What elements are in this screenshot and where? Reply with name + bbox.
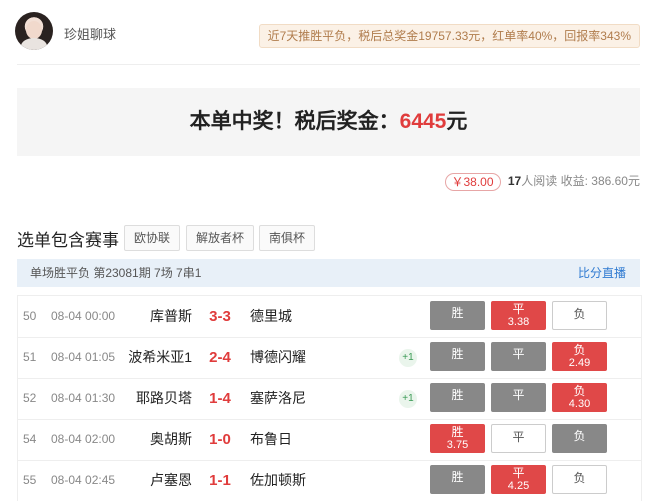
avatar-face (26, 21, 42, 39)
away-team: 塞萨洛尼 (250, 390, 306, 406)
match-number: 54 (23, 432, 37, 446)
league-tag[interactable]: 南俱杯 (259, 225, 316, 251)
author-header: 珍姐聊球 近7天推胜平负，税后总奖金19757.33元，红单率40%，回报率34… (0, 0, 657, 62)
match-score: 1-1 (209, 472, 231, 489)
away-team: 博德闪耀 (250, 349, 306, 365)
match-row: 50 08-04 00:00 库普斯 3-3 德里城 胜 平 3.38 负 (18, 296, 641, 338)
match-score: 1-4 (209, 390, 231, 407)
avatar[interactable] (15, 12, 53, 50)
match-time: 08-04 00:00 (51, 309, 116, 323)
bet-option-button[interactable]: 负 (552, 465, 607, 494)
bet-option-button[interactable]: 平 (491, 424, 546, 453)
bet-option-button[interactable]: 平 (491, 342, 546, 371)
extra-option-badge[interactable]: +1 (399, 349, 417, 367)
bet-info-bar: 单场胜平负 第23081期 7场 7串1 比分直播 (17, 259, 640, 287)
match-row: 55 08-04 02:45 卢塞恩 1-1 佐加顿斯 胜 平 4.25 负 (18, 460, 641, 501)
match-time: 08-04 01:05 (51, 350, 116, 364)
bet-option-button[interactable]: 胜 (430, 465, 485, 494)
win-banner: 本单中奖！税后奖金：6445元 (17, 88, 640, 156)
bet-option-button[interactable]: 负 (552, 424, 607, 453)
bet-option-odds: 4.25 (507, 480, 530, 492)
avatar-body (21, 38, 47, 50)
match-score: 1-0 (209, 431, 231, 448)
bet-option-button[interactable]: 平 (491, 383, 546, 412)
record-stats-badge: 近7天推胜平负，税后总奖金19757.33元，红单率40%，回报率343% (258, 24, 640, 48)
match-row: 52 08-04 01:30 耶路贝塔 1-4 塞萨洛尼 +1 胜 平 负 4.30 (18, 378, 641, 420)
match-row: 54 08-04 02:00 奥胡斯 1-0 布鲁日 胜 3.75 平 负 (18, 419, 641, 461)
bet-option-label: 平 (512, 347, 525, 361)
extra-option-badge[interactable]: +1 (399, 390, 417, 408)
income-label: 收益: (560, 174, 588, 188)
bet-option-label: 平 (512, 430, 525, 444)
home-team: 耶路贝塔 (136, 390, 192, 406)
bet-option-button[interactable]: 胜 (430, 342, 485, 371)
bet-option-label: 胜 (451, 388, 464, 402)
win-currency: 元 (446, 110, 468, 133)
bet-option-button[interactable]: 负 2.49 (552, 342, 607, 371)
win-banner-text: 本单中奖！税后奖金： (189, 110, 400, 133)
home-team: 奥胡斯 (150, 431, 192, 447)
match-time: 08-04 01:30 (51, 391, 116, 405)
price-badge: ￥38.00 (444, 172, 501, 191)
bet-option-label: 平 (512, 466, 525, 480)
bet-option-label: 负 (573, 343, 586, 357)
bet-option-button[interactable]: 负 (552, 301, 607, 330)
league-tag[interactable]: 解放者杯 (186, 225, 255, 251)
match-time: 08-04 02:00 (51, 432, 116, 446)
home-team: 库普斯 (150, 308, 192, 324)
bet-option-button[interactable]: 胜 (430, 301, 485, 330)
away-team: 布鲁日 (250, 431, 292, 447)
header-divider (17, 64, 640, 65)
bet-option-label: 胜 (451, 470, 464, 484)
bet-option-label: 负 (573, 429, 586, 443)
league-tag[interactable]: 欧协联 (124, 225, 181, 251)
match-number: 51 (23, 350, 37, 364)
home-team: 波希米亚1 (128, 349, 192, 365)
match-score: 3-3 (209, 308, 231, 325)
match-number: 52 (23, 391, 37, 405)
bet-option-label: 平 (512, 302, 525, 316)
bet-option-label: 负 (573, 471, 586, 485)
away-team: 佐加顿斯 (250, 472, 306, 488)
bet-option-button[interactable]: 胜 (430, 383, 485, 412)
bet-option-button[interactable]: 平 4.25 (491, 465, 546, 494)
match-row: 51 08-04 01:05 波希米亚1 2-4 博德闪耀 +1 胜 平 负 2.49 (18, 337, 641, 379)
match-table: 50 08-04 00:00 库普斯 3-3 德里城胜平 3.38 负 51 08-04 01:… (17, 295, 642, 501)
bet-option-button[interactable]: 胜 3.75 (430, 424, 485, 453)
article-meta: ￥38.00 17人阅读 收益: 386.60元 (444, 171, 640, 191)
username[interactable]: 珍姐聊球 (64, 24, 116, 43)
home-team: 卢塞恩 (150, 472, 192, 488)
match-time: 08-04 02:45 (51, 473, 116, 487)
bet-option-label: 负 (573, 307, 586, 321)
bet-option-label: 胜 (451, 425, 464, 439)
bet-option-odds: 3.75 (446, 439, 469, 451)
income-value: 386.60元 (591, 174, 640, 188)
away-team: 德里城 (250, 308, 292, 324)
bet-option-label: 胜 (451, 347, 464, 361)
match-score: 2-4 (209, 349, 231, 366)
live-score-link[interactable]: 比分直播 (578, 259, 626, 287)
bet-option-odds: 4.30 (568, 398, 591, 410)
bet-option-label: 胜 (451, 306, 464, 320)
bet-option-odds: 3.38 (507, 316, 530, 328)
reads-label: 人阅读 (521, 174, 558, 188)
bet-option-button[interactable]: 负 4.30 (552, 383, 607, 412)
section-title: 选单包含赛事 (17, 231, 119, 250)
bet-info: 单场胜平负 第23081期 7场 7串1 (30, 266, 202, 280)
match-number: 50 (23, 309, 37, 323)
bet-option-odds: 2.49 (568, 357, 591, 369)
reads-count: 17 (507, 174, 522, 188)
win-amount: 6445 (399, 110, 447, 133)
bet-option-label: 平 (512, 388, 525, 402)
match-number: 55 (23, 473, 37, 487)
bet-option-button[interactable]: 平 3.38 (491, 301, 546, 330)
bet-option-label: 负 (573, 384, 586, 398)
